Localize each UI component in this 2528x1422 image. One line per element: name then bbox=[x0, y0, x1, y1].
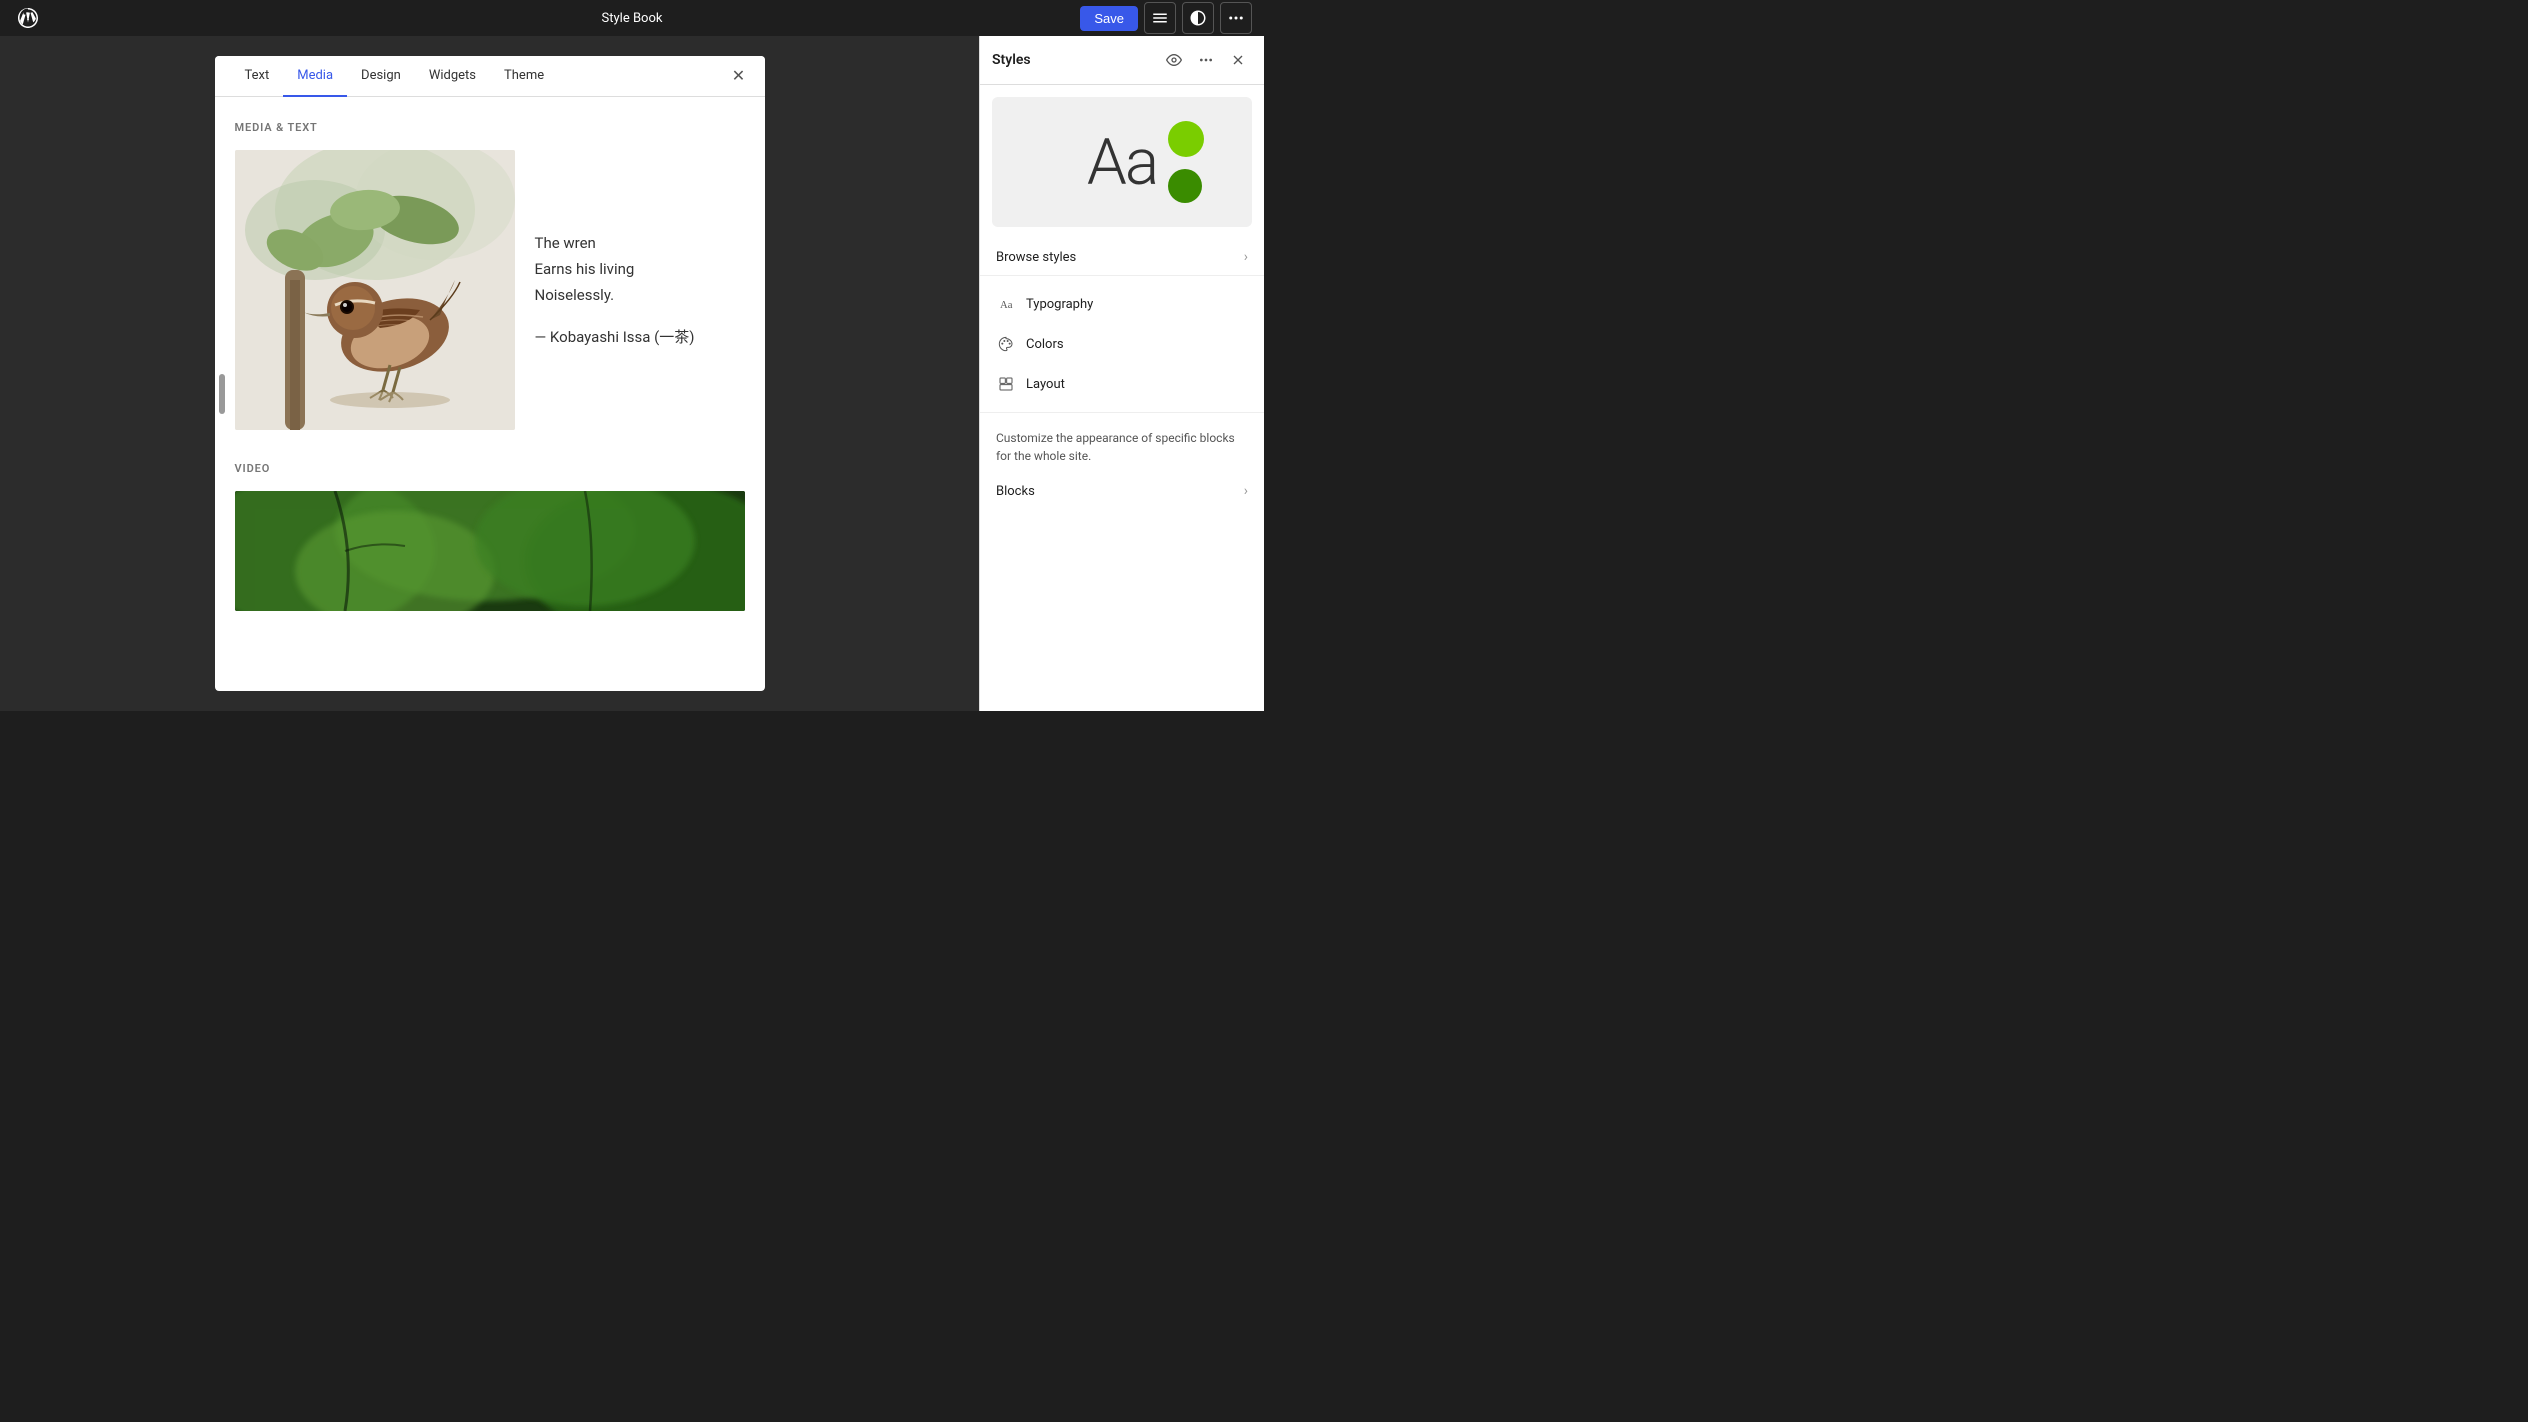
page-title: Style Book bbox=[602, 11, 663, 26]
contrast-toggle-button[interactable] bbox=[1182, 2, 1214, 34]
style-preview-card: Aa bbox=[992, 97, 1252, 227]
typography-icon: Aa bbox=[996, 294, 1016, 314]
sidebar-more-button[interactable] bbox=[1192, 46, 1220, 74]
video-placeholder bbox=[235, 491, 745, 611]
sidebar-item-colors[interactable]: Colors bbox=[980, 324, 1264, 364]
poem-attribution: — Kobayashi Issa (一茶) bbox=[535, 325, 745, 349]
blocks-chevron: › bbox=[1244, 483, 1248, 499]
layout-icon bbox=[996, 374, 1016, 394]
close-sidebar-button[interactable] bbox=[1224, 46, 1252, 74]
sidebar-header: Styles bbox=[980, 36, 1264, 85]
style-dot-dark-green bbox=[1168, 169, 1202, 203]
video-label: VIDEO bbox=[235, 462, 745, 475]
content-area: Text Media Design Widgets Theme ✕ MEDIA … bbox=[0, 36, 979, 711]
poem-line2: Earns his living bbox=[535, 257, 745, 281]
colors-icon bbox=[996, 334, 1016, 354]
tabs-bar: Text Media Design Widgets Theme ✕ bbox=[215, 56, 765, 97]
media-text-content: The wren Earns his living Noiselessly. —… bbox=[535, 150, 745, 430]
scroll-handle-left[interactable] bbox=[219, 374, 225, 414]
tab-design[interactable]: Design bbox=[347, 56, 415, 97]
sidebar-header-actions bbox=[1160, 46, 1252, 74]
close-panel-button[interactable]: ✕ bbox=[725, 62, 753, 90]
panel-content: MEDIA & TEXT bbox=[215, 97, 765, 691]
tab-text[interactable]: Text bbox=[231, 56, 284, 97]
sidebar-title: Styles bbox=[992, 52, 1031, 68]
browse-styles-row[interactable]: Browse styles › bbox=[980, 239, 1264, 276]
style-preview-text: Aa bbox=[1087, 125, 1157, 200]
layout-toggle-button[interactable] bbox=[1144, 2, 1176, 34]
top-bar-left bbox=[12, 2, 44, 34]
sidebar-item-layout[interactable]: Layout bbox=[980, 364, 1264, 404]
main-layout: Text Media Design Widgets Theme ✕ MEDIA … bbox=[0, 36, 1264, 711]
colors-label: Colors bbox=[1026, 337, 1064, 352]
sidebar: Styles bbox=[979, 36, 1264, 711]
eye-button[interactable] bbox=[1160, 46, 1188, 74]
wp-logo[interactable] bbox=[12, 2, 44, 34]
customize-text: Customize the appearance of specific blo… bbox=[980, 413, 1264, 473]
media-text-block: The wren Earns his living Noiselessly. —… bbox=[235, 150, 745, 430]
top-bar: Style Book Save bbox=[0, 0, 1264, 36]
sidebar-item-typography[interactable]: Aa Typography bbox=[980, 284, 1264, 324]
svg-text:Aa: Aa bbox=[1000, 300, 1013, 311]
sidebar-menu: Aa Typography Colors bbox=[980, 276, 1264, 413]
blocks-row[interactable]: Blocks › bbox=[980, 473, 1264, 509]
poem-line3: Noiselessly. bbox=[535, 283, 745, 307]
style-book-panel: Text Media Design Widgets Theme ✕ MEDIA … bbox=[215, 56, 765, 691]
style-dot-light-green bbox=[1168, 121, 1204, 157]
save-button[interactable]: Save bbox=[1080, 6, 1138, 31]
top-bar-right: Save bbox=[1080, 2, 1252, 34]
tab-theme[interactable]: Theme bbox=[490, 56, 558, 97]
layout-label: Layout bbox=[1026, 377, 1065, 392]
poem-line1: The wren bbox=[535, 231, 745, 255]
bird-image bbox=[235, 150, 515, 430]
video-section: VIDEO bbox=[235, 462, 745, 611]
media-text-section: MEDIA & TEXT bbox=[235, 121, 745, 430]
poem-text: The wren Earns his living Noiselessly. bbox=[535, 231, 745, 309]
tab-widgets[interactable]: Widgets bbox=[415, 56, 490, 97]
typography-label: Typography bbox=[1026, 297, 1093, 312]
media-text-label: MEDIA & TEXT bbox=[235, 121, 745, 134]
tab-media[interactable]: Media bbox=[283, 56, 347, 97]
browse-styles-chevron: › bbox=[1244, 249, 1248, 265]
more-options-button[interactable] bbox=[1220, 2, 1252, 34]
blocks-label: Blocks bbox=[996, 484, 1035, 499]
browse-styles-label: Browse styles bbox=[996, 250, 1076, 265]
